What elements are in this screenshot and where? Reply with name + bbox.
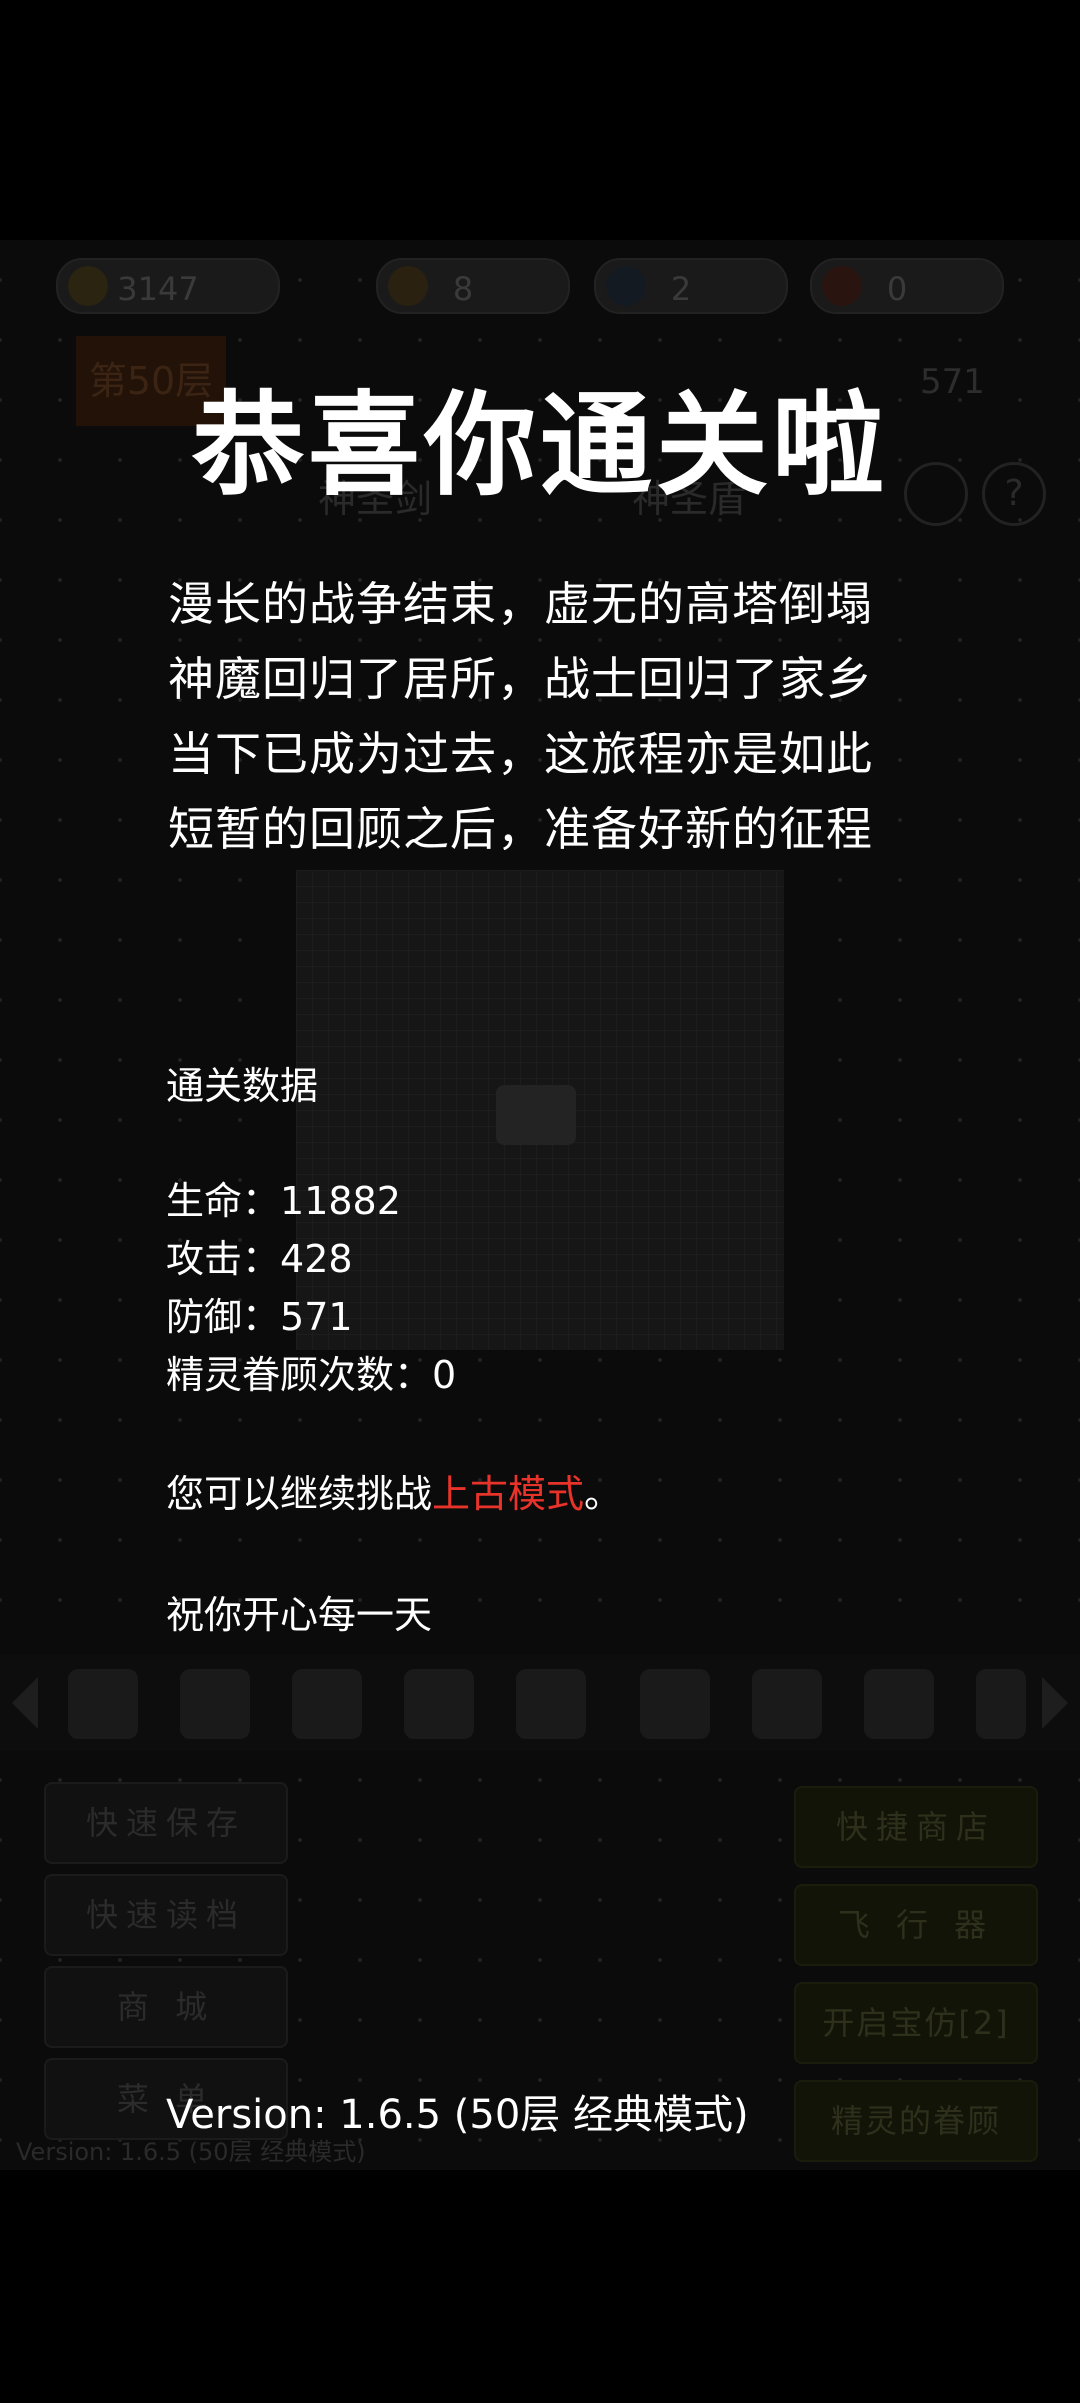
yellow-key-counter: 8 bbox=[376, 258, 570, 314]
version-label: Version: 1.6.5 (50层 经典模式) bbox=[166, 2092, 749, 2138]
yellow-key-value: 8 bbox=[452, 270, 474, 308]
item-slot-pickaxe-icon[interactable] bbox=[752, 1669, 822, 1739]
defense-stat: 防御：571 bbox=[166, 1286, 353, 1341]
life-label: 生命： bbox=[166, 1179, 281, 1223]
continue-suffix: 。 bbox=[584, 1472, 623, 1516]
spirit-favor-button[interactable]: 精灵的眷顾 bbox=[794, 2080, 1038, 2162]
poem-line-4: 短暂的回顾之后，准备好新的征程 bbox=[168, 802, 873, 856]
poem-line-1: 漫长的战争结束，虚无的高塔倒塌 bbox=[168, 577, 873, 631]
blue-key-counter: 2 bbox=[594, 258, 788, 314]
poem-line-2: 神魔回归了居所，战士回归了家乡 bbox=[168, 652, 873, 706]
flyer-button[interactable]: 飞 行 器 bbox=[794, 1884, 1038, 1966]
defense-label: 防御： bbox=[166, 1295, 281, 1339]
attack-label: 攻击： bbox=[166, 1237, 281, 1281]
item-slot-book-icon[interactable] bbox=[180, 1669, 250, 1739]
continue-message: 您可以继续挑战上古模式。 bbox=[166, 1463, 622, 1518]
defense-value: 571 bbox=[280, 1295, 353, 1339]
prev-arrow-icon[interactable] bbox=[12, 1677, 38, 1729]
spirit-favor-value: 0 bbox=[432, 1353, 457, 1397]
coin-counter: 3147 bbox=[56, 258, 280, 314]
attack-stat: 攻击：428 bbox=[166, 1228, 353, 1283]
attack-value: 428 bbox=[280, 1237, 353, 1281]
blue-key-value: 2 bbox=[670, 270, 692, 308]
item-slot-tome-icon[interactable] bbox=[292, 1669, 362, 1739]
next-arrow-icon[interactable] bbox=[1042, 1677, 1068, 1729]
victory-title: 恭喜你通关啦 bbox=[192, 381, 888, 511]
item-slot-relic-icon[interactable] bbox=[516, 1669, 586, 1739]
poem-line-3: 当下已成为过去，这旅程亦是如此 bbox=[168, 727, 873, 781]
coin-value: 3147 bbox=[117, 270, 199, 308]
shop-button[interactable]: 商 城 bbox=[44, 1966, 288, 2048]
item-slot-orb-icon[interactable] bbox=[864, 1669, 934, 1739]
wish-message: 祝你开心每一天 bbox=[166, 1593, 433, 1637]
spirit-favor-stat: 精灵眷顾次数：0 bbox=[166, 1344, 456, 1399]
life-value: 11882 bbox=[280, 1179, 401, 1223]
item-slot-coin-icon[interactable] bbox=[640, 1669, 710, 1739]
life-stat: 生命：11882 bbox=[166, 1170, 401, 1225]
quick-load-button[interactable]: 快速读档 bbox=[44, 1874, 288, 1956]
quick-store-button[interactable]: 快捷商店 bbox=[794, 1786, 1038, 1868]
ancient-mode-link[interactable]: 上古模式 bbox=[432, 1472, 584, 1516]
red-key-value: 0 bbox=[886, 270, 908, 308]
item-toolbar bbox=[0, 1655, 1080, 1751]
quick-save-button[interactable]: 快速保存 bbox=[44, 1782, 288, 1864]
continue-prefix: 您可以继续挑战 bbox=[166, 1472, 433, 1516]
hero-sprite-icon bbox=[496, 1085, 576, 1145]
red-key-counter: 0 bbox=[810, 258, 1004, 314]
stats-heading: 通关数据 bbox=[166, 1064, 319, 1108]
item-slot-wand-icon[interactable] bbox=[976, 1669, 1026, 1739]
open-chest-button[interactable]: 开启宝仿[2] bbox=[794, 1982, 1038, 2064]
spirit-favor-label: 精灵眷顾次数： bbox=[166, 1353, 433, 1397]
item-slot-cross-icon[interactable] bbox=[404, 1669, 474, 1739]
item-slot-compass-icon[interactable] bbox=[68, 1669, 138, 1739]
